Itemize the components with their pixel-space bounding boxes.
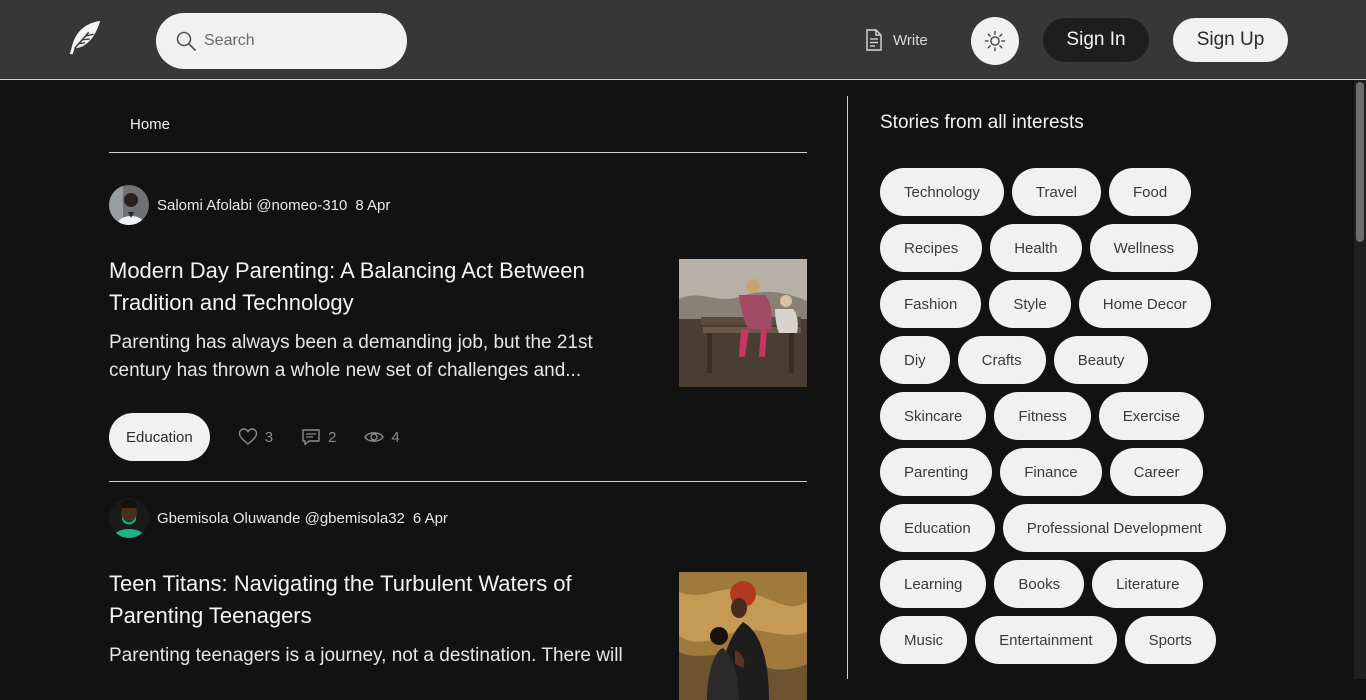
like-count: 3 (264, 428, 274, 446)
interest-chip[interactable]: Education (880, 504, 995, 552)
interest-chip[interactable]: Music (880, 616, 968, 664)
interest-chip[interactable]: Career (1109, 448, 1204, 496)
sidebar-title: Stories from all interests (880, 112, 1084, 133)
author-name[interactable]: Gbemisola Oluwande (157, 510, 300, 527)
interest-chip[interactable]: Books (994, 560, 1085, 608)
search-icon (176, 31, 196, 51)
view-count: 4 (391, 428, 400, 446)
comment-icon (302, 429, 320, 446)
article-thumbnail[interactable] (679, 572, 807, 700)
search-input[interactable] (204, 32, 384, 50)
article-excerpt[interactable]: Parenting has always been a demanding jo… (109, 329, 649, 385)
tab-home[interactable]: Home (130, 116, 170, 133)
article-title[interactable]: Teen Titans: Navigating the Turbulent Wa… (109, 568, 649, 632)
interest-chip[interactable]: Diy (880, 336, 950, 384)
interest-chip[interactable]: Parenting (880, 448, 993, 496)
article-meta-row: Education 3 2 4 (109, 413, 400, 461)
interest-chip[interactable]: Literature (1092, 560, 1204, 608)
author-row: Salomi Afolabi @nomeo-310 8 Apr (109, 185, 390, 225)
post-date: 6 Apr (412, 509, 448, 527)
views-stat: 4 (364, 427, 400, 447)
theme-toggle-button[interactable] (971, 17, 1019, 65)
interest-chip[interactable]: Finance (1000, 448, 1102, 496)
heart-icon (238, 428, 257, 445)
author-name[interactable]: Salomi Afolabi (157, 197, 252, 214)
topic-tag[interactable]: Education (109, 413, 210, 461)
interest-chip[interactable]: Professional Development (1002, 504, 1226, 552)
interest-chip[interactable]: Travel (1011, 168, 1102, 216)
like-button[interactable]: 3 (238, 427, 273, 447)
author-handle[interactable]: @gbemisola32 (305, 510, 405, 527)
interest-chip[interactable]: Food (1109, 168, 1192, 216)
sign-in-button[interactable]: Sign In (1043, 18, 1149, 62)
interest-chip[interactable]: Home Decor (1078, 280, 1211, 328)
interest-chip[interactable]: Entertainment (975, 616, 1117, 664)
sign-up-button[interactable]: Sign Up (1173, 18, 1288, 62)
comment-button[interactable]: 2 (301, 427, 336, 447)
article-title[interactable]: Modern Day Parenting: A Balancing Act Be… (109, 255, 649, 319)
scrollbar-thumb[interactable] (1356, 82, 1364, 242)
interest-chip[interactable]: Crafts (957, 336, 1046, 384)
interest-chip[interactable]: Health (990, 224, 1082, 272)
post-date: 8 Apr (355, 196, 391, 214)
search-bar[interactable] (156, 13, 407, 69)
interest-chip[interactable]: Sports (1124, 616, 1216, 664)
interest-chip[interactable]: Learning (880, 560, 987, 608)
interest-chip[interactable]: Recipes (880, 224, 983, 272)
write-button[interactable]: Write (864, 26, 928, 54)
interest-chip[interactable]: Fitness (994, 392, 1091, 440)
interest-chip[interactable]: Skincare (880, 392, 987, 440)
top-navigation-bar: Write Sign In Sign Up (0, 0, 1366, 80)
comment-count: 2 (328, 428, 337, 446)
interest-chip[interactable]: Style (989, 280, 1071, 328)
feed-tabs: Home (109, 80, 807, 153)
column-divider (847, 96, 848, 679)
author-row: Gbemisola Oluwande @gbemisola32 6 Apr (109, 498, 448, 538)
author-handle[interactable]: @nomeo-310 (256, 197, 347, 214)
write-label: Write (893, 31, 928, 49)
article-excerpt[interactable]: Parenting teenagers is a journey, not a … (109, 642, 649, 670)
interest-chip-list: Technology Travel Food Recipes Health We… (880, 168, 1250, 664)
article-thumbnail[interactable] (679, 259, 807, 387)
eye-icon (364, 432, 385, 442)
interest-chip[interactable]: Wellness (1089, 224, 1199, 272)
document-icon (866, 29, 882, 51)
sun-icon (984, 30, 1006, 52)
feather-icon[interactable] (66, 19, 104, 57)
interest-chip[interactable]: Beauty (1053, 336, 1149, 384)
interest-chip[interactable]: Fashion (880, 280, 982, 328)
interest-chip[interactable]: Technology (880, 168, 1004, 216)
interest-chip[interactable]: Exercise (1098, 392, 1205, 440)
avatar[interactable] (109, 498, 149, 538)
avatar[interactable] (109, 185, 149, 225)
article-divider (109, 481, 807, 482)
